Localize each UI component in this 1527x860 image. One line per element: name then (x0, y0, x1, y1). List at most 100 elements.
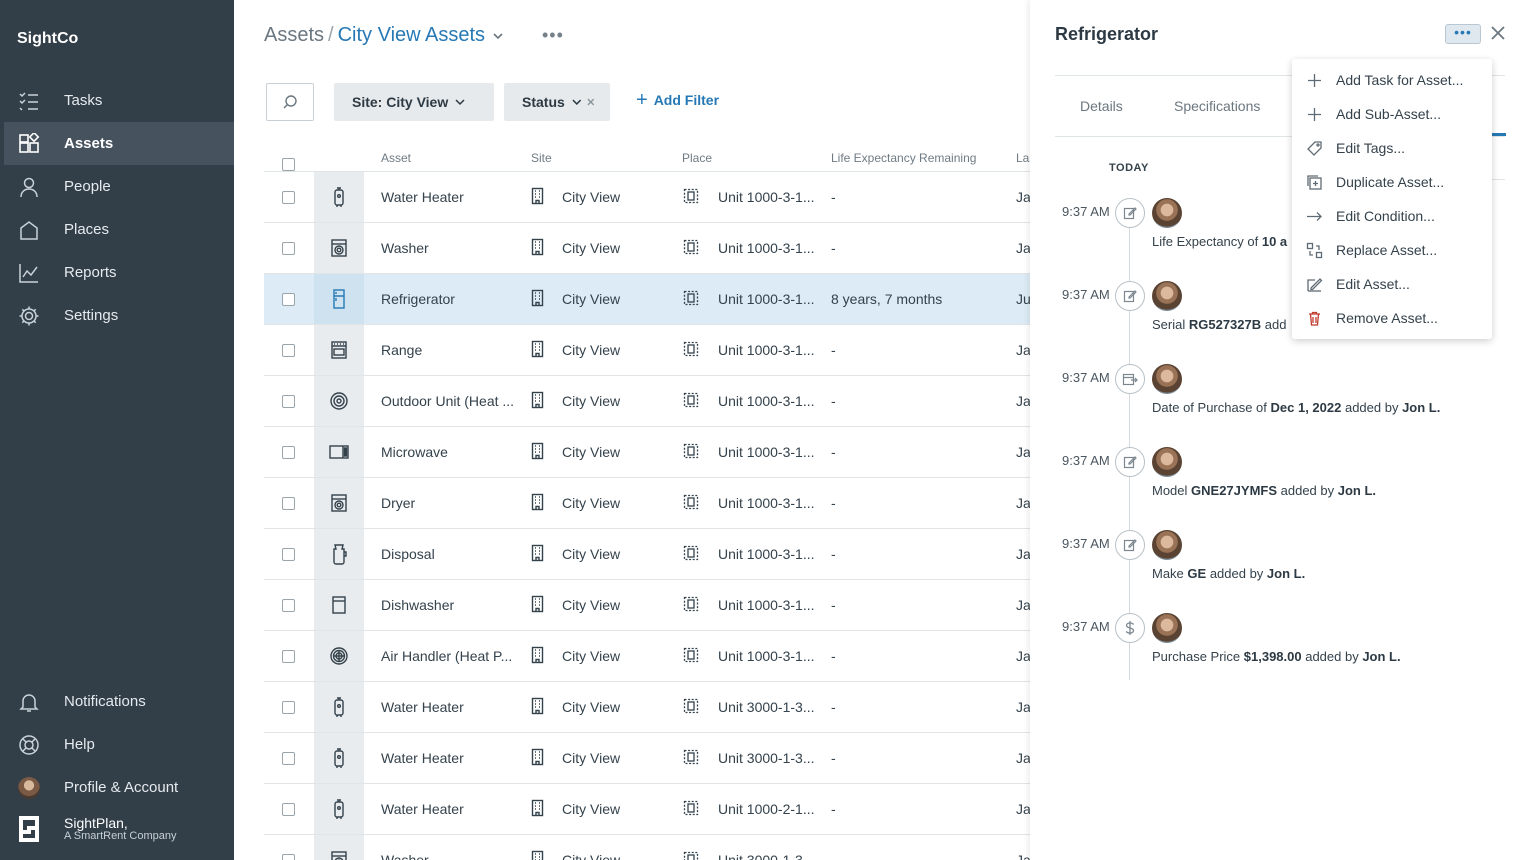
menu-item-edit-tags[interactable]: Edit Tags... (1292, 131, 1492, 165)
nav-item-notifications[interactable]: Notifications (4, 680, 234, 723)
table-row[interactable]: Outdoor Unit (Heat ... City View Unit 1000… (264, 376, 1030, 427)
asset-name[interactable]: Microwave (381, 427, 526, 477)
panel-more-button[interactable]: ••• (1445, 24, 1481, 44)
row-checkbox[interactable] (282, 274, 295, 324)
breadcrumb: Assets / City View Assets (264, 24, 505, 47)
row-checkbox[interactable] (282, 631, 295, 681)
close-icon[interactable] (1489, 24, 1507, 42)
chevron-down-icon (455, 99, 465, 106)
table-row[interactable]: Dryer City View Unit 1000-3-1... - Ja (264, 478, 1030, 529)
menu-item-duplicate-asset[interactable]: Duplicate Asset... (1292, 165, 1492, 199)
nav-item-help[interactable]: Help (4, 723, 234, 766)
tab-specifications[interactable]: Specifications (1174, 98, 1260, 114)
column-header-life[interactable]: Life Expectancy Remaining (831, 151, 976, 165)
table-row[interactable]: Water Heater City View Unit 1000-3-1... - Ja (264, 172, 1030, 223)
asset-actions-menu: Add Task for Asset... Add Sub-Asset... Edi… (1292, 59, 1492, 339)
nav-item-tasks[interactable]: Tasks (4, 79, 234, 122)
site-filter[interactable]: Site: City View (334, 83, 494, 121)
place-cell: Unit 1000-3-1... (682, 580, 815, 630)
column-header-site[interactable]: Site (531, 151, 552, 165)
menu-item-add-task-for-asset[interactable]: Add Task for Asset... (1292, 63, 1492, 97)
asset-name[interactable]: Dishwasher (381, 580, 526, 630)
site-cell: City View (531, 631, 620, 681)
asset-name[interactable]: Outdoor Unit (Heat ... (381, 376, 526, 426)
row-checkbox[interactable] (282, 529, 295, 579)
row-checkbox[interactable] (282, 376, 295, 426)
menu-item-edit-asset[interactable]: Edit Asset... (1292, 267, 1492, 301)
menu-item-add-sub-asset[interactable]: Add Sub-Asset... (1292, 97, 1492, 131)
asset-name[interactable]: Water Heater (381, 172, 526, 222)
table-row[interactable]: Air Handler (Heat P... City View Unit 1000… (264, 631, 1030, 682)
nav-item-places[interactable]: Places (4, 208, 234, 251)
menu-item-replace-asset[interactable]: Replace Asset... (1292, 233, 1492, 267)
breadcrumb-root[interactable]: Assets (264, 24, 324, 47)
nav-item-assets[interactable]: Assets (4, 122, 234, 165)
menu-item-edit-condition[interactable]: Edit Condition... (1292, 199, 1492, 233)
unit-icon (682, 799, 718, 820)
add-filter-button[interactable]: + Add Filter (636, 90, 719, 110)
entry-text: Life Expectancy of 10 a (1152, 234, 1288, 249)
table-row[interactable]: Water Heater City View Unit 1000-2-1... - Ja (264, 784, 1030, 835)
nav-item-people[interactable]: People (4, 165, 234, 208)
site-cell: City View (531, 427, 620, 477)
asset-name[interactable]: Water Heater (381, 784, 526, 834)
table-row[interactable]: Water Heater City View Unit 3000-1-3... - Ja (264, 682, 1030, 733)
trash-icon (1306, 310, 1336, 327)
chevron-down-icon[interactable] (491, 29, 505, 43)
asset-name[interactable]: Washer (381, 835, 526, 860)
asset-name[interactable]: Range (381, 325, 526, 375)
life-expectancy: - (831, 240, 836, 256)
column-header-place[interactable]: Place (682, 151, 712, 165)
table-row[interactable]: Refrigerator City View Unit 1000-3-1... 8 y… (264, 274, 1030, 325)
table-row[interactable]: Washer City View Unit 1000-3-1... - Ja (264, 223, 1030, 274)
status-filter[interactable]: Status (504, 83, 610, 121)
row-checkbox[interactable] (282, 580, 295, 630)
search-button[interactable] (266, 83, 314, 121)
asset-name[interactable]: Washer (381, 223, 526, 273)
column-header-last[interactable]: La (1016, 151, 1029, 165)
row-checkbox[interactable] (282, 835, 295, 860)
more-options-button[interactable]: ••• (542, 25, 564, 46)
plus-icon (1306, 106, 1336, 123)
row-checkbox[interactable] (282, 325, 295, 375)
place-cell: Unit 3000-1-3... (682, 682, 815, 732)
place-name: Unit 3000-1-3... (718, 750, 815, 766)
row-checkbox[interactable] (282, 733, 295, 783)
asset-name[interactable]: Refrigerator (381, 274, 526, 324)
tab-details[interactable]: Details (1080, 98, 1123, 114)
asset-name[interactable]: Water Heater (381, 682, 526, 732)
avatar (18, 776, 40, 799)
asset-name[interactable]: Water Heater (381, 733, 526, 783)
place-cell: Unit 1000-3-1... (682, 427, 815, 477)
row-checkbox[interactable] (282, 682, 295, 732)
row-checkbox[interactable] (282, 427, 295, 477)
menu-item-remove-asset[interactable]: Remove Asset... (1292, 301, 1492, 335)
row-checkbox[interactable] (282, 172, 295, 222)
nav-item-reports[interactable]: Reports (4, 251, 234, 294)
table-row[interactable]: Dishwasher City View Unit 1000-3-1... - Ja (264, 580, 1030, 631)
menu-item-label: Add Task for Asset... (1336, 72, 1464, 88)
breadcrumb-current[interactable]: City View Assets (338, 24, 485, 47)
asset-name[interactable]: Dryer (381, 478, 526, 528)
asset-name[interactable]: Disposal (381, 529, 526, 579)
column-header-asset[interactable]: Asset (381, 151, 411, 165)
entry-time: 9:37 AM (1062, 370, 1110, 385)
asset-name[interactable]: Air Handler (Heat P... (381, 631, 526, 681)
close-icon[interactable] (586, 97, 596, 107)
table-row[interactable]: Disposal City View Unit 1000-3-1... - Ja (264, 529, 1030, 580)
nav-item-profile[interactable]: Profile & Account (4, 766, 234, 809)
site-name: City View (562, 648, 621, 664)
life-expectancy: - (831, 801, 836, 817)
edit-icon (1115, 281, 1145, 311)
menu-item-label: Edit Condition... (1336, 208, 1435, 224)
table-row[interactable]: Microwave City View Unit 1000-3-1... - Ja (264, 427, 1030, 478)
nav-item-settings[interactable]: Settings (4, 294, 234, 337)
row-checkbox[interactable] (282, 784, 295, 834)
nav-label: Help (64, 736, 95, 753)
row-checkbox[interactable] (282, 223, 295, 273)
unit-icon (682, 850, 718, 860)
table-row[interactable]: Water Heater City View Unit 3000-1-3... - Ja (264, 733, 1030, 784)
row-checkbox[interactable] (282, 478, 295, 528)
table-row[interactable]: Washer City View Unit 3000-1-3... - Ja (264, 835, 1030, 860)
table-row[interactable]: Range City View Unit 1000-3-1... - Ja (264, 325, 1030, 376)
